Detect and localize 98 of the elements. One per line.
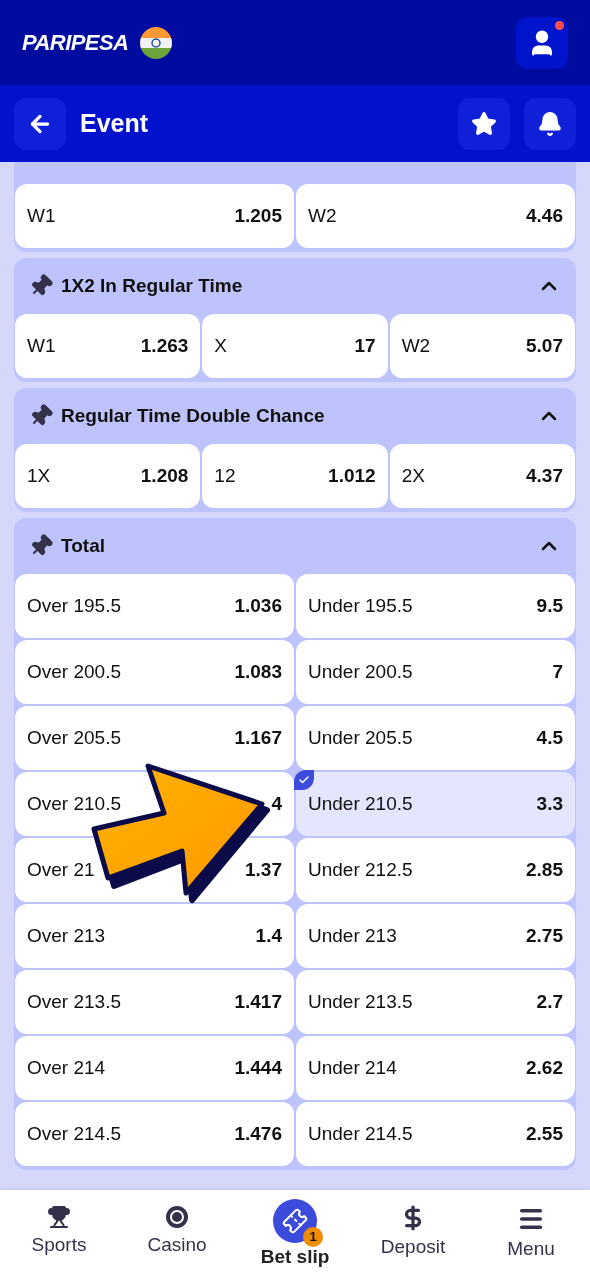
market-title: 1X2 In Regular Time <box>61 273 244 298</box>
outcome-label: 1X <box>27 463 51 488</box>
odds-value: 1.37 <box>245 857 282 882</box>
odds-button[interactable]: Under 212.5 2.85 <box>296 838 575 902</box>
odds-value: 1.263 <box>140 333 189 358</box>
nav-item[interactable]: Sports <box>0 1190 118 1260</box>
odds-value: 1.012 <box>328 463 376 488</box>
outcome-label: 2X <box>401 463 425 488</box>
flag-icon <box>140 26 173 59</box>
odds-button[interactable]: X 17 <box>202 314 388 378</box>
odds-button[interactable]: Over 214 1.444 <box>15 1036 294 1100</box>
bell-icon <box>537 110 563 137</box>
odds-button[interactable]: Over 213 1.4 <box>15 904 294 968</box>
logo[interactable]: PARIPESA <box>22 26 129 59</box>
outcome-label: Over 213.5 <box>27 989 121 1014</box>
odds-button[interactable]: Over 213.5 1.417 <box>15 970 294 1034</box>
odds-value: 1.444 <box>234 1055 282 1080</box>
odds-button[interactable]: Under 213 2.75 <box>296 904 575 968</box>
odds-button[interactable]: Over 195.5 1.036 <box>15 574 294 638</box>
back-button[interactable] <box>14 97 66 150</box>
nav-item[interactable]: 1 Bet slip <box>236 1190 354 1272</box>
outcome-label: Over 210.5 <box>27 791 121 816</box>
odds-button[interactable]: W1 1.205 <box>15 184 294 248</box>
market-title: Total <box>61 533 106 558</box>
odds-value: 2.85 <box>526 857 563 882</box>
outcome-label: Under 195.5 <box>308 593 413 618</box>
odds-button[interactable]: W1 1.263 <box>15 314 201 378</box>
odds-button[interactable]: Under 213.5 2.7 <box>296 970 575 1034</box>
outcome-label: W2 <box>308 203 337 228</box>
odds-value: 1.417 <box>234 989 282 1014</box>
outcome-label: Under 200.5 <box>308 659 413 684</box>
outcome-label: Over 214 <box>27 1055 106 1080</box>
odds-button[interactable]: W2 4.46 <box>296 184 575 248</box>
odds-button[interactable]: W2 5.07 <box>389 314 575 378</box>
odds-value: 1.476 <box>234 1121 282 1146</box>
check-icon <box>294 770 314 790</box>
nav-item[interactable]: Menu <box>472 1190 590 1264</box>
odds-value: 1.083 <box>234 659 282 684</box>
outcome-label: Under 213.5 <box>308 989 413 1014</box>
odds-value: 1.208 <box>140 463 189 488</box>
outcome-label: X <box>214 333 227 358</box>
odds-button[interactable]: Over 200.5 1.083 <box>15 640 294 704</box>
nav-item[interactable]: Deposit <box>354 1190 472 1262</box>
odds-value: 7 <box>552 659 563 684</box>
outcome-label: Under 212.5 <box>308 857 413 882</box>
outcome-label: Over 205.5 <box>27 725 121 750</box>
odds-button[interactable]: 12 1.012 <box>202 444 388 508</box>
odds-value: 2.7 <box>536 989 563 1014</box>
odds-value: 1.167 <box>234 725 282 750</box>
profile-button[interactable] <box>516 16 568 69</box>
odds-button[interactable]: Under 210.5 3.3 <box>296 772 575 836</box>
odds-value: 3.3 <box>536 791 563 816</box>
outcome-label: Over 195.5 <box>27 593 121 618</box>
outcome-label: Over 213 <box>27 923 106 948</box>
odds-button[interactable]: 1X 1.208 <box>15 444 201 508</box>
odds-value: 4.46 <box>526 203 563 228</box>
odds-value: 1.205 <box>234 203 282 228</box>
outcome-label: Over 214.5 <box>27 1121 121 1146</box>
odds-button[interactable]: Under 214.5 2.55 <box>296 1102 575 1166</box>
page-title: Event <box>80 107 150 139</box>
ticket-icon <box>273 1199 317 1243</box>
odds-button[interactable]: 2X 4.37 <box>389 444 575 508</box>
odds-value: 4.37 <box>526 463 563 488</box>
odds-button[interactable]: Under 205.5 4.5 <box>296 706 575 770</box>
outcome-label: Under 214.5 <box>308 1121 413 1146</box>
odds-value: 9.5 <box>536 593 563 618</box>
outcome-label: W1 <box>27 333 56 358</box>
odds-button[interactable]: Under 200.5 7 <box>296 640 575 704</box>
outcome-label: 12 <box>214 463 236 488</box>
odds-value: 5.07 <box>526 333 563 358</box>
outcome-label: Under 205.5 <box>308 725 413 750</box>
chip-icon <box>165 1205 189 1229</box>
odds-value: 4.5 <box>536 725 563 750</box>
outcome-label: W2 <box>401 333 431 358</box>
outcome-label: Over 200.5 <box>27 659 121 684</box>
market-title: Regular Time Double Chance <box>61 403 326 428</box>
outcome-label: W1 <box>27 203 56 228</box>
outcome-label: Under 214 <box>308 1055 397 1080</box>
favorite-button[interactable] <box>458 97 510 150</box>
odds-value: 2.75 <box>526 923 563 948</box>
outcome-label: Over 21 <box>27 857 95 882</box>
odds-value: 4 <box>271 791 282 816</box>
nav-item[interactable]: Casino <box>118 1190 236 1260</box>
odds-value: 1.036 <box>234 593 282 618</box>
odds-value: 2.55 <box>526 1121 563 1146</box>
odds-value: 17 <box>354 333 376 358</box>
outcome-label: Under 210.5 <box>308 791 413 816</box>
trophy-icon <box>47 1205 71 1229</box>
odds-button[interactable]: Under 214 2.62 <box>296 1036 575 1100</box>
odds-value: 1.4 <box>255 923 282 948</box>
odds-button[interactable]: Over 205.5 1.167 <box>15 706 294 770</box>
star-icon <box>471 110 497 137</box>
count-badge: 1 <box>303 1227 323 1247</box>
outcome-label: Under 213 <box>308 923 397 948</box>
odds-button[interactable]: Over 214.5 1.476 <box>15 1102 294 1166</box>
notifications-button[interactable] <box>524 97 576 150</box>
odds-button[interactable]: Under 195.5 9.5 <box>296 574 575 638</box>
odds-value: 2.62 <box>526 1055 563 1080</box>
